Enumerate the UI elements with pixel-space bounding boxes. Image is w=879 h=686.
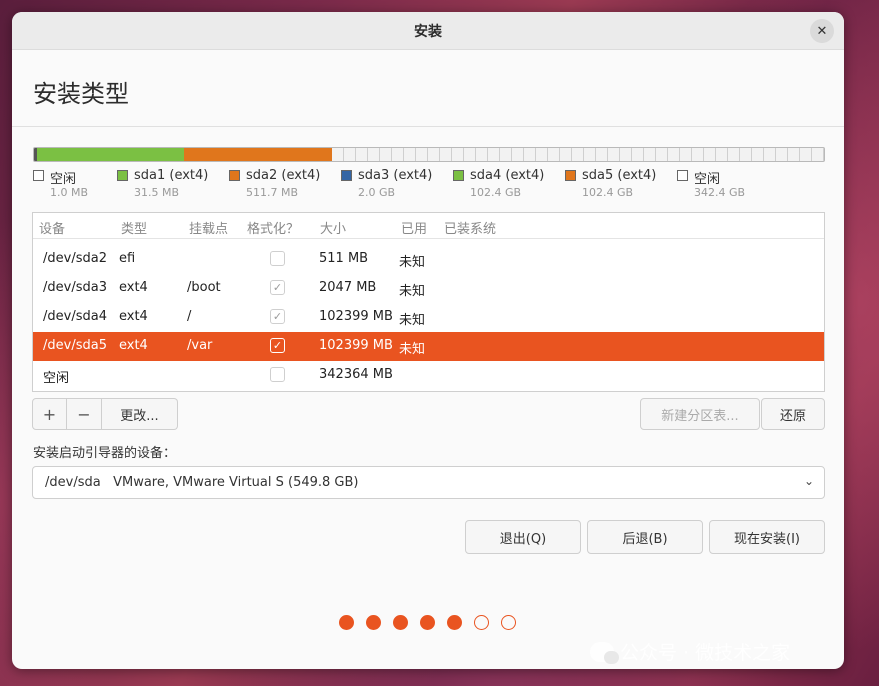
cell-type: ext4 [119,338,148,353]
step-dot [393,615,408,630]
legend-size: 342.4 GB [694,186,746,199]
close-icon: ✕ [816,23,828,39]
window-title: 安装 [414,23,442,40]
remove-partition-button[interactable]: − [67,398,102,430]
cell-mount: / [187,309,192,324]
cell-mount: /boot [187,280,221,295]
table-row[interactable]: /dev/sda3 ext4/boot 2047 MB 未知 ✓ [33,274,824,303]
cell-used: 未知 [399,255,426,270]
cell-mount: /var [187,338,213,353]
watermark: 公众号 · 微技术之家 [590,638,790,665]
format-checkbox[interactable] [270,367,285,382]
table-row[interactable]: 空闲 342364 MB [33,361,824,390]
titlebar: 安装 ✕ [12,12,844,50]
quit-button[interactable]: 退出(Q) [465,520,581,554]
cell-type: efi [119,251,136,266]
cell-device: /dev/sda2 [43,251,107,266]
col-header-type[interactable]: 类型 [121,218,147,237]
new-partition-table-button[interactable]: 新建分区表... [640,398,760,430]
legend-size: 102.4 GB [470,186,522,199]
cell-size: 511 MB [319,251,369,266]
partition-table[interactable]: 设备 类型 挂载点 格式化？ 大小 已用 已装系统 /dev/sda2 efi 51… [32,212,825,392]
legend-name: sda1 (ext4) [134,168,209,183]
legend-swatch [341,170,352,181]
step-dot [501,615,516,630]
change-button[interactable]: 更改... [102,398,178,430]
chevron-down-icon: ⌄ [803,474,814,488]
watermark-text: 公众号 · 微技术之家 [620,642,791,664]
format-checkbox[interactable]: ✓ [270,338,285,353]
bootloader-label: 安装启动引导器的设备： [33,446,177,461]
table-header: 设备 类型 挂载点 格式化？ 大小 已用 已装系统 [33,213,824,239]
cell-used: 未知 [399,284,426,299]
col-header-used[interactable]: 已用 [401,218,427,237]
col-header-format[interactable]: 格式化？ [247,218,299,237]
legend-size: 31.5 MB [134,186,180,199]
cell-size: 102399 MB [319,338,393,353]
step-dot [366,615,381,630]
col-header-mount[interactable]: 挂载点 [189,218,228,237]
revert-button[interactable]: 还原 [761,398,825,430]
bootloader-device-value: /dev/sda VMware, VMware Virtual S (549.8… [45,475,359,490]
col-header-device[interactable]: 设备 [39,218,65,237]
col-header-size[interactable]: 大小 [320,218,346,237]
partition-legend: 空闲 1.0 MB sda1 (ext4) 31.5 MB sda2 (ext4) 511… [33,168,833,208]
bootloader-device-select[interactable]: /dev/sda VMware, VMware Virtual S (549.8… [32,466,825,499]
cell-device: /dev/sda5 [43,338,107,353]
divider [12,126,844,127]
installer-window: 安装 ✕ 安装类型 空闲 1.0 MB sda1 (ext4) 31.5 MB sda2… [12,12,844,669]
partition-segment-rest [332,148,824,161]
legend-swatch [565,170,576,181]
cell-device: /dev/sda3 [43,280,107,295]
col-header-system[interactable]: 已装系统 [444,218,496,237]
page-title: 安装类型 [33,80,129,108]
legend-name: sda5 (ext4) [582,168,657,183]
install-now-button[interactable]: 现在安装(I) [709,520,825,554]
table-row[interactable]: /dev/sda5 ext4/var 102399 MB 未知 ✓ [33,332,824,361]
format-checkbox[interactable]: ✓ [270,280,285,295]
legend-name: 空闲 [50,172,77,187]
step-dot [474,615,489,630]
partition-segment-sda2 [184,148,332,161]
legend-name: sda4 (ext4) [470,168,545,183]
legend-swatch [229,170,240,181]
back-button[interactable]: 后退(B) [587,520,703,554]
table-row[interactable]: /dev/sda4 ext4 / 102399 MB 未知 ✓ [33,303,824,332]
plus-icon: + [42,404,57,424]
legend-size: 102.4 GB [582,186,634,199]
legend-swatch [117,170,128,181]
cell-used: 未知 [399,342,426,357]
legend-swatch [33,170,44,181]
cell-used: 未知 [399,313,426,328]
legend-name: 空闲 [694,172,721,187]
legend-name: sda3 (ext4) [358,168,433,183]
legend-size: 1.0 MB [50,186,89,199]
cell-device: 空闲 [43,371,70,386]
cell-device: /dev/sda4 [43,309,107,324]
add-partition-button[interactable]: + [32,398,67,430]
legend-name: sda2 (ext4) [246,168,321,183]
legend-size: 2.0 GB [358,186,396,199]
legend-swatch [677,170,688,181]
partition-bar [33,147,825,162]
step-dot [339,615,354,630]
cell-size: 342364 MB [319,367,393,382]
cell-size: 2047 MB [319,280,377,295]
step-dot [447,615,462,630]
step-dot [420,615,435,630]
format-checkbox[interactable]: ✓ [270,309,285,324]
minus-icon: − [77,404,91,424]
wechat-icon [590,641,619,664]
partition-segment-sda1 [37,148,184,161]
format-checkbox[interactable] [270,251,285,266]
cell-type: ext4 [119,309,148,324]
legend-size: 511.7 MB [246,186,299,199]
close-button[interactable]: ✕ [810,19,834,43]
cell-size: 102399 MB [319,309,393,324]
table-row[interactable]: /dev/sda2 efi 511 MB 未知 [33,245,824,274]
legend-swatch [453,170,464,181]
step-indicator [339,615,516,630]
cell-type: ext4 [119,280,148,295]
